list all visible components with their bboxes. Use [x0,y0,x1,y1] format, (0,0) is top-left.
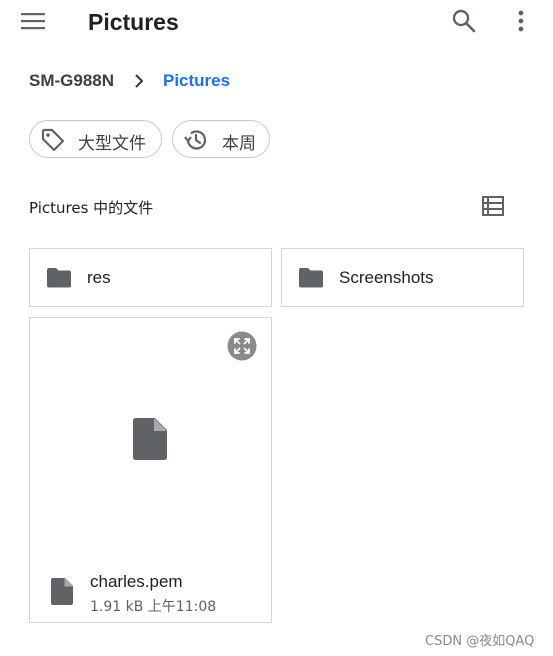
folder-icon [47,268,71,288]
list-view-icon[interactable] [481,195,505,217]
page-title: Pictures [88,9,179,35]
tag-icon [41,128,65,152]
breadcrumb-current[interactable]: Pictures [163,71,230,91]
file-name: charles.pem [90,572,183,591]
file-icon [51,578,73,605]
breadcrumb-root[interactable]: SM-G988N [29,71,114,91]
file-item-charles-pem[interactable]: charles.pem 1.91 kB 上午11:08 [29,317,272,623]
search-icon[interactable] [451,8,477,34]
filter-chip-label: 本周 [222,134,256,154]
history-icon [184,130,207,150]
filter-chip-large-files[interactable]: 大型文件 [29,120,162,158]
folder-name: Screenshots [339,268,434,287]
section-title: Pictures 中的文件 [29,199,154,217]
hamburger-menu-icon[interactable] [20,11,46,31]
folder-item-res[interactable]: res [29,248,272,307]
watermark: CSDN @夜如QAQ [425,634,535,649]
folder-item-screenshots[interactable]: Screenshots [281,248,524,307]
filter-chip-this-week[interactable]: 本周 [172,120,270,158]
more-vert-icon[interactable] [510,8,532,34]
chevron-right-icon [135,74,144,88]
app-bar: Pictures [0,0,553,46]
folder-name: res [87,268,111,287]
file-icon [133,418,167,460]
expand-preview-icon[interactable] [227,331,257,361]
file-meta: 1.91 kB 上午11:08 [90,599,217,615]
folder-icon [299,268,323,288]
filter-chip-label: 大型文件 [78,134,146,154]
